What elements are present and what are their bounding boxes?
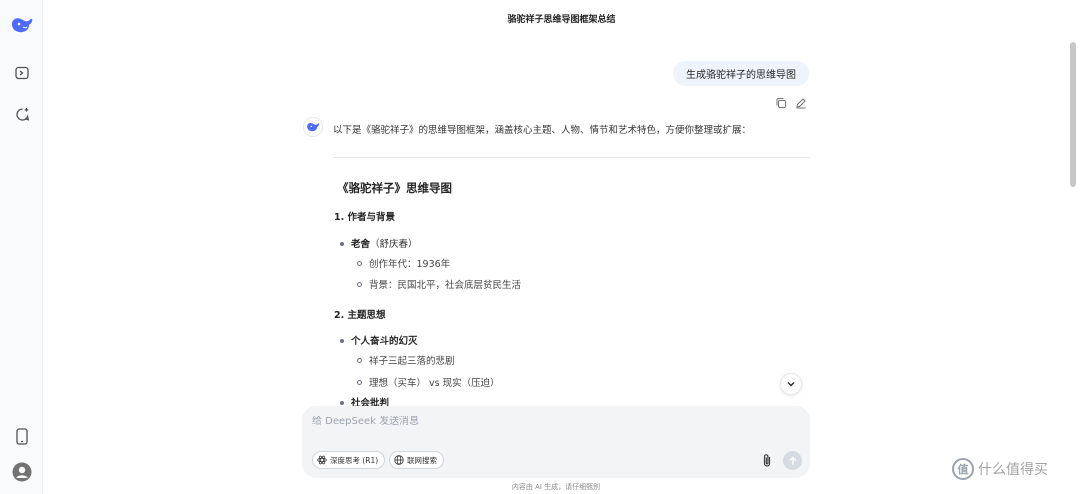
bullet	[357, 282, 362, 287]
toggle-sidebar-icon[interactable]	[10, 61, 34, 85]
sub-list-item: 背景：民国北平，社会底层贫民生活	[357, 277, 521, 291]
web-search-label: 联网搜索	[407, 455, 437, 465]
sub-list-item-text: 创作年代：1936年	[369, 259, 451, 270]
deep-think-toggle[interactable]: 深度思考 (R1)	[312, 451, 386, 469]
bullet	[340, 241, 344, 246]
watermark: 值 什么值得买	[952, 458, 1048, 480]
sub-list-item-text: 祥子三起三落的悲剧	[369, 356, 455, 367]
send-button[interactable]	[783, 451, 802, 470]
atom-icon	[317, 455, 327, 465]
new-chat-icon[interactable]	[10, 102, 34, 126]
watermark-text: 什么值得买	[978, 462, 1048, 478]
conversation-title: 骆驼祥子思维导图框架总结	[507, 15, 616, 25]
assistant-intro: 以下是《骆驼祥子》的思维导图框架，涵盖核心主题、人物、情节和艺术特色，方便你整理…	[333, 125, 752, 136]
sub-list-item: 祥子三起三落的悲剧	[357, 353, 455, 367]
sidebar	[0, 0, 43, 494]
message-composer: 深度思考 (R1) 联网搜索	[302, 406, 810, 478]
list-item-bold: 老舍	[351, 239, 371, 250]
phone-icon[interactable]	[10, 424, 34, 448]
sub-list-item: 创作年代：1936年	[357, 256, 450, 270]
deepseek-logo-icon	[307, 123, 319, 132]
list-item: 老舍（舒庆春）	[340, 236, 418, 250]
web-search-toggle[interactable]: 联网搜索	[389, 451, 444, 469]
list-item-bold: 个人奋斗的幻灭	[351, 336, 418, 347]
user-message-bubble: 生成骆驼祥子的思维导图	[673, 61, 809, 86]
edit-icon[interactable]	[795, 94, 808, 109]
chevron-down-icon	[787, 382, 795, 387]
deep-think-label: 深度思考 (R1)	[330, 455, 379, 465]
list-item: 个人奋斗的幻灭	[340, 333, 418, 347]
globe-icon	[394, 455, 404, 465]
assistant-avatar	[303, 117, 323, 137]
paperclip-icon[interactable]	[758, 451, 776, 469]
ai-disclaimer: 内容由 AI 生成，请仔细甄别	[511, 483, 601, 491]
sub-list-item-text: 背景：民国北平，社会底层贫民生活	[369, 280, 522, 291]
user-avatar-icon[interactable]	[10, 460, 34, 484]
section-heading: 1. 作者与背景	[334, 212, 396, 223]
copy-icon[interactable]	[775, 94, 788, 108]
scrollbar-thumb[interactable]	[1070, 42, 1076, 187]
bullet	[357, 261, 362, 266]
bullet	[357, 380, 362, 385]
sub-list-item: 理想（买车） vs 现实（压迫）	[357, 375, 500, 389]
bullet	[340, 338, 344, 343]
deepseek-logo-icon[interactable]	[10, 13, 34, 37]
message-input[interactable]	[312, 416, 752, 427]
divider	[333, 157, 810, 158]
mindmap-title: 《骆驼祥子》思维导图	[337, 181, 452, 195]
watermark-badge: 值	[952, 458, 974, 480]
scroll-to-bottom-button[interactable]	[780, 373, 802, 395]
bullet	[357, 358, 362, 363]
section-heading: 2. 主题思想	[334, 310, 386, 321]
sub-list-item-text: 理想（买车） vs 现实（压迫）	[369, 378, 500, 389]
bullet	[340, 400, 344, 405]
list-item-text: （舒庆春）	[370, 239, 418, 250]
arrow-up-icon	[789, 456, 796, 464]
